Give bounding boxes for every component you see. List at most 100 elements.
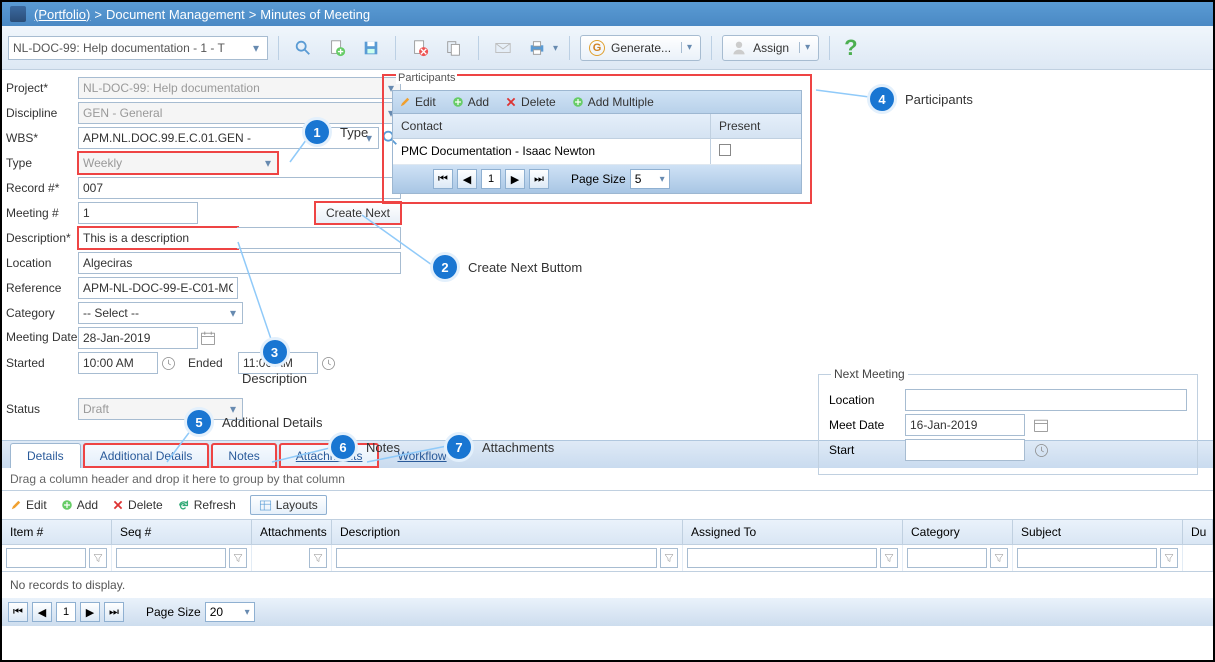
location-field[interactable] (78, 252, 401, 274)
col-contact[interactable]: Contact (393, 114, 711, 138)
clock-icon[interactable] (1031, 440, 1051, 460)
col-du[interactable]: Du (1183, 520, 1213, 544)
print-icon[interactable]: ▾ (523, 34, 551, 62)
col-present[interactable]: Present (711, 114, 801, 138)
create-next-button[interactable]: Create Next (315, 202, 401, 224)
type-field[interactable] (78, 152, 278, 174)
filter-description[interactable] (336, 548, 657, 568)
filter-icon[interactable] (880, 548, 898, 568)
pager-prev-icon[interactable]: ◀ (457, 169, 477, 189)
pager-page[interactable]: 1 (481, 169, 501, 189)
next-meetdate-field[interactable] (905, 414, 1025, 436)
next-start-field[interactable] (905, 439, 1025, 461)
filter-icon[interactable] (229, 548, 247, 568)
participants-panel: Participants Edit Add Delete Add Multipl… (382, 74, 812, 204)
tab-additional-details[interactable]: Additional Details (83, 443, 210, 468)
col-description[interactable]: Description (332, 520, 683, 544)
description-field[interactable] (78, 227, 238, 249)
col-category[interactable]: Category (903, 520, 1013, 544)
assign-button[interactable]: Assign ▾ (722, 35, 819, 61)
filter-category[interactable] (907, 548, 987, 568)
present-checkbox[interactable] (719, 144, 731, 156)
col-item[interactable]: Item # (2, 520, 112, 544)
pager-prev-icon[interactable]: ◀ (32, 602, 52, 622)
participants-add-button[interactable]: Add (452, 95, 489, 109)
chevron-down-icon[interactable]: ▾ (259, 153, 277, 173)
col-assigned-to[interactable]: Assigned To (683, 520, 903, 544)
callout-7: 7Attachments (444, 432, 554, 462)
grid-refresh-button[interactable]: Refresh (177, 498, 236, 512)
chevron-down-icon: ▾ (249, 41, 263, 55)
pager-last-icon[interactable]: ⏭ (104, 602, 124, 622)
breadcrumb: (Portfolio) > Document Management > Minu… (2, 2, 1213, 26)
new-doc-icon[interactable] (323, 34, 351, 62)
grid-add-button[interactable]: Add (61, 498, 98, 512)
filter-icon[interactable] (990, 548, 1008, 568)
pager-next-icon[interactable]: ▶ (80, 602, 100, 622)
help-icon[interactable]: ? (844, 35, 857, 61)
filter-icon[interactable] (660, 548, 678, 568)
mail-icon[interactable] (489, 34, 517, 62)
copy-icon[interactable] (440, 34, 468, 62)
user-icon (731, 40, 747, 56)
grid-pager: ⏮ ◀ 1 ▶ ⏭ Page Size 20▾ (2, 598, 1213, 626)
tab-details[interactable]: Details (10, 443, 81, 468)
main-toolbar: NL-DOC-99: Help documentation - 1 - T▾ ▾… (2, 26, 1213, 70)
filter-icon[interactable] (1160, 548, 1178, 568)
callout-2: 2Create Next Buttom (430, 252, 582, 282)
meeting-date-field[interactable] (78, 327, 198, 349)
pager-page-size[interactable]: 20▾ (205, 602, 255, 622)
grid-filter-row (2, 545, 1213, 572)
participants-delete-button[interactable]: Delete (505, 95, 556, 109)
pager-next-icon[interactable]: ▶ (505, 169, 525, 189)
pager-first-icon[interactable]: ⏮ (8, 602, 28, 622)
record-number-field[interactable] (78, 177, 401, 199)
chevron-down-icon[interactable]: ▾ (681, 42, 692, 53)
started-time-field[interactable] (78, 352, 158, 374)
save-icon[interactable] (357, 34, 385, 62)
grid-edit-button[interactable]: Edit (10, 498, 47, 512)
tab-notes[interactable]: Notes (211, 443, 276, 468)
search-icon[interactable] (289, 34, 317, 62)
callout-6: 6Notes (328, 432, 400, 462)
callout-3: 3Description (242, 337, 307, 386)
filter-seq[interactable] (116, 548, 226, 568)
pager-page-size[interactable]: 5▾ (630, 169, 670, 189)
clock-icon[interactable] (318, 353, 338, 373)
filter-item[interactable] (6, 548, 86, 568)
grid-layouts-button[interactable]: Layouts (250, 495, 327, 515)
chevron-down-icon[interactable]: ▾ (224, 303, 242, 323)
col-seq[interactable]: Seq # (112, 520, 252, 544)
description-field-ext[interactable] (237, 227, 401, 249)
delete-doc-icon[interactable] (406, 34, 434, 62)
app-icon (10, 6, 26, 22)
pager-page[interactable]: 1 (56, 602, 76, 622)
next-location-field[interactable] (905, 389, 1187, 411)
pager-last-icon[interactable]: ⏭ (529, 169, 549, 189)
generate-g-icon: G (589, 40, 605, 56)
pager-first-icon[interactable]: ⏮ (433, 169, 453, 189)
reference-field[interactable] (78, 277, 238, 299)
filter-icon[interactable] (309, 548, 327, 568)
grid-delete-button[interactable]: Delete (112, 498, 163, 512)
participant-row[interactable]: PMC Documentation - Isaac Newton (393, 139, 801, 165)
col-subject[interactable]: Subject (1013, 520, 1183, 544)
project-field (78, 77, 401, 99)
generate-button[interactable]: G Generate... ▾ (580, 35, 701, 61)
col-attachments[interactable]: Attachments (252, 520, 332, 544)
participants-add-multiple-button[interactable]: Add Multiple (572, 95, 654, 109)
clock-icon[interactable] (158, 353, 178, 373)
document-selector[interactable]: NL-DOC-99: Help documentation - 1 - T▾ (8, 36, 268, 60)
category-field[interactable] (78, 302, 243, 324)
filter-icon[interactable] (89, 548, 107, 568)
breadcrumb-portfolio[interactable]: (Portfolio) (34, 7, 90, 22)
chevron-down-icon[interactable]: ▾ (799, 42, 810, 53)
filter-subject[interactable] (1017, 548, 1157, 568)
breadcrumb-docmgmt[interactable]: Document Management (106, 7, 245, 22)
breadcrumb-minutes[interactable]: Minutes of Meeting (260, 7, 370, 22)
calendar-icon[interactable] (198, 328, 218, 348)
participants-edit-button[interactable]: Edit (399, 95, 436, 109)
calendar-icon[interactable] (1031, 415, 1051, 435)
meeting-number-field[interactable] (78, 202, 198, 224)
filter-assigned[interactable] (687, 548, 877, 568)
